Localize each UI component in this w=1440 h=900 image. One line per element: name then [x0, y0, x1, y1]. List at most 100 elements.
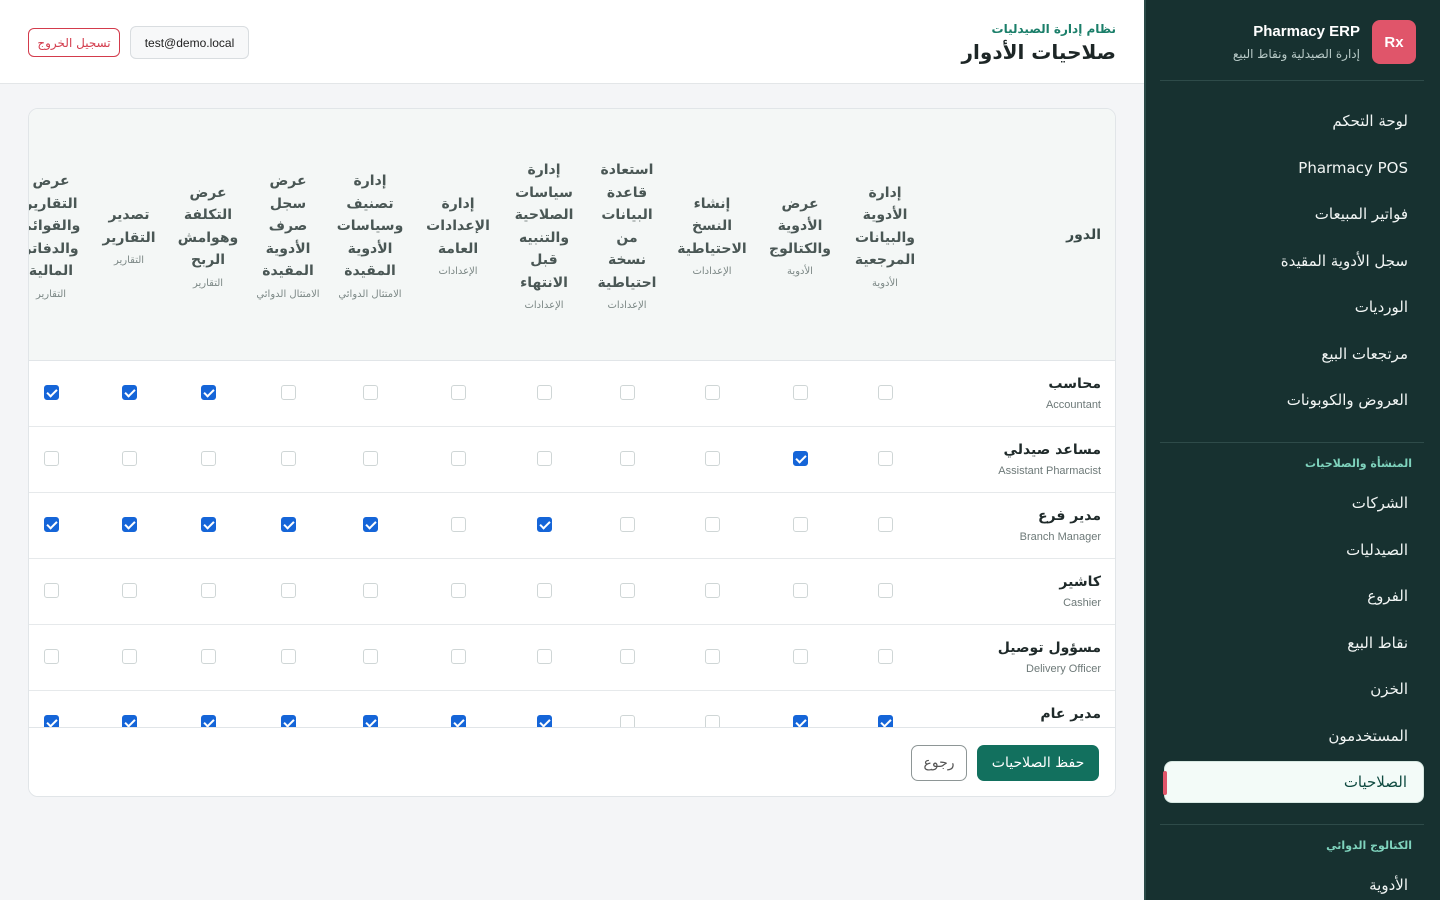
permission-label: عرض الأدوية والكتالوج: [769, 195, 831, 257]
nav-item-items_top-1[interactable]: Pharmacy POS: [1164, 147, 1424, 189]
permission-checkbox[interactable]: [121, 385, 137, 400]
permission-checkbox[interactable]: [536, 517, 552, 532]
permission-checkbox[interactable]: [450, 385, 466, 400]
permission-checkbox[interactable]: [619, 451, 635, 466]
permission-checkbox[interactable]: [877, 451, 893, 466]
permission-checkbox[interactable]: [536, 583, 552, 598]
user-email-chip[interactable]: test@demo.local: [130, 26, 249, 59]
permission-checkbox[interactable]: [121, 715, 137, 727]
permission-checkbox[interactable]: [704, 385, 720, 400]
permission-checkbox[interactable]: [877, 649, 893, 664]
permission-checkbox[interactable]: [792, 583, 808, 598]
permission-checkbox[interactable]: [450, 649, 466, 664]
logout-button[interactable]: تسجيل الخروج: [28, 28, 120, 57]
permission-checkbox[interactable]: [792, 715, 808, 727]
permission-group-label: التقارير: [35, 288, 67, 300]
nav-item-items_top-0[interactable]: لوحة التحكم: [1164, 100, 1424, 142]
permission-column-header: إدارة الأدوية والبيانات المرجعية الأدوية: [844, 109, 926, 361]
permission-checkbox[interactable]: [704, 451, 720, 466]
permission-label: إدارة تصنيف وسياسات الأدوية المقيدة: [336, 173, 404, 280]
permission-checkbox[interactable]: [280, 517, 296, 532]
permission-checkbox[interactable]: [536, 385, 552, 400]
nav-item-items_org-0[interactable]: الشركات: [1164, 482, 1424, 524]
nav-item-items_top-3[interactable]: سجل الأدوية المقيدة: [1164, 240, 1424, 282]
nav-item-items_org-2[interactable]: الفروع: [1164, 575, 1424, 617]
permission-checkbox[interactable]: [792, 451, 808, 466]
permission-checkbox[interactable]: [43, 451, 59, 466]
permission-checkbox[interactable]: [877, 385, 893, 400]
permission-checkbox[interactable]: [362, 583, 378, 598]
permission-checkbox[interactable]: [121, 583, 137, 598]
permission-checkbox[interactable]: [704, 715, 720, 727]
permission-checkbox[interactable]: [536, 451, 552, 466]
permission-checkbox[interactable]: [792, 649, 808, 664]
permission-checkbox[interactable]: [280, 385, 296, 400]
permission-checkbox[interactable]: [877, 583, 893, 598]
nav-item-items_org-5[interactable]: المستخدمون: [1164, 715, 1424, 757]
permission-checkbox[interactable]: [792, 517, 808, 532]
permission-checkbox[interactable]: [362, 385, 378, 400]
save-permissions-button[interactable]: حفظ الصلاحيات: [977, 745, 1099, 781]
permission-checkbox[interactable]: [200, 451, 216, 466]
permission-column-header: عرض الأدوية والكتالوج الأدوية: [759, 109, 841, 361]
nav-item-label: المستخدمون: [1328, 726, 1408, 745]
nav-item-items_org-3[interactable]: نقاط البيع: [1164, 622, 1424, 664]
permission-checkbox[interactable]: [536, 715, 552, 727]
nav-item-items_top-5[interactable]: مرتجعات البيع: [1164, 333, 1424, 375]
nav-item-items_top-2[interactable]: فواتير المبيعات: [1164, 193, 1424, 235]
permission-checkbox[interactable]: [362, 517, 378, 532]
back-button[interactable]: رجوع: [911, 745, 967, 781]
nav-item-label: فواتير المبيعات: [1314, 205, 1408, 223]
permission-checkbox[interactable]: [200, 715, 216, 727]
permission-checkbox[interactable]: [43, 715, 59, 727]
permission-checkbox[interactable]: [704, 583, 720, 598]
permission-checkbox[interactable]: [121, 649, 137, 664]
permission-checkbox[interactable]: [362, 649, 378, 664]
permission-checkbox[interactable]: [43, 649, 59, 664]
permission-checkbox[interactable]: [619, 649, 635, 664]
role-name-en: Branch Manager: [1019, 531, 1101, 543]
permission-checkbox[interactable]: [792, 385, 808, 400]
permission-checkbox[interactable]: [450, 451, 466, 466]
permission-checkbox[interactable]: [200, 649, 216, 664]
permission-checkbox[interactable]: [121, 451, 137, 466]
nav-item-items_org-4[interactable]: الخزن: [1164, 668, 1424, 710]
permission-checkbox[interactable]: [619, 517, 635, 532]
permission-checkbox[interactable]: [877, 715, 893, 727]
permission-checkbox[interactable]: [280, 451, 296, 466]
role-name: محاسب: [1048, 376, 1101, 392]
permission-group-label: الإعدادات: [524, 300, 564, 311]
permission-checkbox[interactable]: [280, 583, 296, 598]
permission-checkbox[interactable]: [536, 649, 552, 664]
permission-checkbox[interactable]: [450, 517, 466, 532]
page-header: نظام إدارة الصيدليات صلاحيات الأدوار tes…: [0, 0, 1144, 84]
permission-checkbox[interactable]: [877, 517, 893, 532]
permission-label: إدارة الإعدادات العامة: [426, 195, 490, 257]
permission-checkbox[interactable]: [43, 385, 59, 400]
permission-checkbox[interactable]: [362, 715, 378, 727]
permission-checkbox[interactable]: [280, 649, 296, 664]
permission-checkbox[interactable]: [704, 649, 720, 664]
nav-item-items_top-6[interactable]: العروض والكوبونات: [1164, 379, 1424, 421]
permission-checkbox[interactable]: [43, 517, 59, 532]
permission-checkbox[interactable]: [619, 385, 635, 400]
permission-checkbox[interactable]: [200, 583, 216, 598]
permission-checkbox[interactable]: [619, 583, 635, 598]
permission-checkbox[interactable]: [200, 517, 216, 532]
permission-checkbox[interactable]: [43, 583, 59, 598]
nav-item-items_org-6[interactable]: الصلاحيات: [1163, 761, 1424, 803]
permissions-table[interactable]: الدور إدارة الأدوية والبيانات المرجعية ال…: [29, 109, 1115, 727]
permission-checkbox[interactable]: [450, 715, 466, 727]
permission-checkbox[interactable]: [450, 583, 466, 598]
nav-item-items_top-4[interactable]: الورديات: [1164, 286, 1424, 328]
permission-checkbox[interactable]: [121, 517, 137, 532]
nav-item-items_org-1[interactable]: الصيدليات: [1164, 529, 1424, 571]
permission-checkbox[interactable]: [280, 715, 296, 727]
permission-checkbox[interactable]: [362, 451, 378, 466]
permission-checkbox[interactable]: [619, 715, 635, 727]
card-footer: حفظ الصلاحيات رجوع: [29, 727, 1115, 796]
permission-checkbox[interactable]: [200, 385, 216, 400]
permission-label: استعادة قاعدة البيانات من نسخة احتياطية: [597, 162, 657, 291]
nav-item-items_catalog-0[interactable]: الأدوية: [1164, 864, 1424, 900]
permission-checkbox[interactable]: [704, 517, 720, 532]
